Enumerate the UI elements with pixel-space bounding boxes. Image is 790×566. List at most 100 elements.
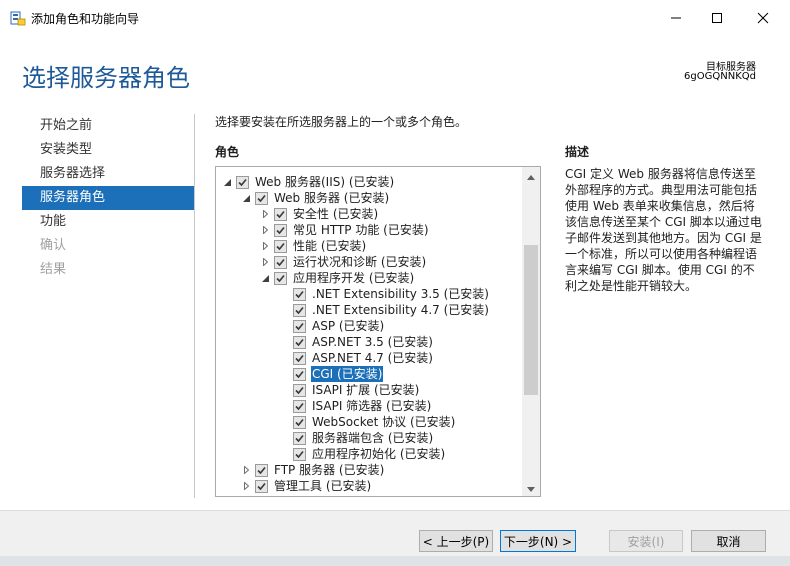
maximize-button[interactable] (694, 0, 740, 36)
tree-item[interactable]: 安全性 (已安装) (260, 206, 379, 222)
tree-item-label: ASP.NET 3.5 (已安装) (311, 334, 434, 350)
minimize-button[interactable] (653, 0, 699, 36)
tree-item[interactable]: FTP 服务器 (已安装) (241, 462, 385, 478)
tree-item-label: 管理工具 (已安装) (273, 478, 372, 494)
instruction-text: 选择要安装在所选服务器上的一个或多个角色。 (215, 113, 467, 130)
expanded-arrow-icon[interactable] (222, 174, 232, 190)
collapsed-arrow-icon[interactable] (241, 478, 251, 494)
title-bar: 添加角色和功能向导 (0, 0, 790, 36)
role-checkbox[interactable] (293, 448, 306, 461)
tree-spacer (279, 302, 289, 318)
minimize-icon (670, 12, 682, 24)
nav-item-before-you-begin[interactable]: 开始之前 (22, 114, 194, 138)
role-checkbox[interactable] (274, 256, 287, 269)
role-checkbox[interactable] (293, 304, 306, 317)
nav-item-results: 结果 (22, 258, 194, 282)
nav-item-features[interactable]: 功能 (22, 210, 194, 234)
tree-item[interactable]: 管理工具 (已安装) (241, 478, 372, 494)
expanded-arrow-icon[interactable] (241, 190, 251, 206)
tree-item[interactable]: 应用程序初始化 (已安装) (279, 446, 446, 462)
nav-item-confirmation: 确认 (22, 234, 194, 258)
roles-heading: 角色 (215, 143, 239, 160)
collapsed-arrow-icon[interactable] (260, 206, 270, 222)
tree-spacer (279, 446, 289, 462)
scroll-up-button[interactable] (522, 167, 540, 184)
collapsed-arrow-icon[interactable] (260, 254, 270, 270)
tree-item[interactable]: .NET Extensibility 4.7 (已安装) (279, 302, 490, 318)
nav-item-server-selection[interactable]: 服务器选择 (22, 162, 194, 186)
tree-item-label: 性能 (已安装) (292, 238, 367, 254)
expanded-arrow-icon[interactable] (260, 270, 270, 286)
role-checkbox[interactable] (255, 192, 268, 205)
scroll-up-arrow-icon (527, 169, 535, 183)
tree-item[interactable]: 性能 (已安装) (260, 238, 367, 254)
tree-item[interactable]: Web 服务器 (已安装) (241, 190, 390, 206)
role-checkbox[interactable] (274, 272, 287, 285)
role-checkbox[interactable] (293, 352, 306, 365)
description-heading: 描述 (565, 143, 589, 160)
tree-spacer (279, 366, 289, 382)
tree-spacer (279, 398, 289, 414)
tree-item-label: Web 服务器(IIS) (已安装) (254, 174, 395, 190)
background-window-strip (0, 556, 790, 566)
server-manager-icon (10, 10, 26, 26)
role-checkbox[interactable] (274, 240, 287, 253)
tree-item-label: 服务器端包含 (已安装) (311, 430, 434, 446)
tree-item-label: CGI (已安装) (311, 366, 383, 382)
role-checkbox[interactable] (293, 384, 306, 397)
collapsed-arrow-icon[interactable] (260, 238, 270, 254)
tree-item[interactable]: ASP (已安装) (279, 318, 385, 334)
tree-item-label: 运行状况和诊断 (已安装) (292, 254, 427, 270)
tree-item-label: .NET Extensibility 3.5 (已安装) (311, 286, 490, 302)
description-text: CGI 定义 Web 服务器将信息传送至外部程序的方式。典型用法可能包括使用 W… (565, 166, 765, 294)
role-checkbox[interactable] (293, 432, 306, 445)
target-server-name: 6gOGQNNKQd (684, 71, 756, 82)
role-checkbox[interactable] (255, 464, 268, 477)
role-checkbox[interactable] (293, 416, 306, 429)
collapsed-arrow-icon[interactable] (260, 222, 270, 238)
tree-spacer (279, 430, 289, 446)
tree-item-label: WebSocket 协议 (已安装) (311, 414, 456, 430)
nav-item-installation-type[interactable]: 安装类型 (22, 138, 194, 162)
tree-item[interactable]: ISAPI 扩展 (已安装) (279, 382, 420, 398)
tree-item[interactable]: ASP.NET 3.5 (已安装) (279, 334, 434, 350)
tree-item[interactable]: 应用程序开发 (已安装) (260, 270, 415, 286)
roles-scrollbar[interactable] (522, 167, 540, 496)
scroll-down-button[interactable] (522, 479, 540, 496)
nav-item-server-roles[interactable]: 服务器角色 (22, 186, 194, 210)
tree-item[interactable]: ASP.NET 4.7 (已安装) (279, 350, 434, 366)
role-checkbox[interactable] (274, 208, 287, 221)
scroll-thumb[interactable] (524, 245, 538, 395)
wizard-steps-nav: 开始之前 安装类型 服务器选择 服务器角色 功能 确认 结果 (22, 114, 194, 282)
tree-item[interactable]: Web 服务器(IIS) (已安装) (222, 174, 395, 190)
tree-item[interactable]: ISAPI 筛选器 (已安装) (279, 398, 432, 414)
role-checkbox[interactable] (293, 320, 306, 333)
tree-item[interactable]: 服务器端包含 (已安装) (279, 430, 434, 446)
tree-item-label: 应用程序开发 (已安装) (292, 270, 415, 286)
tree-item[interactable]: 常见 HTTP 功能 (已安装) (260, 222, 430, 238)
collapsed-arrow-icon[interactable] (241, 462, 251, 478)
tree-item[interactable]: CGI (已安装) (279, 366, 383, 382)
next-button[interactable]: 下一步(N) > (500, 530, 576, 552)
role-checkbox[interactable] (274, 224, 287, 237)
role-checkbox[interactable] (293, 288, 306, 301)
tree-item[interactable]: .NET Extensibility 3.5 (已安装) (279, 286, 490, 302)
tree-item-label: 安全性 (已安装) (292, 206, 379, 222)
nav-divider (194, 114, 195, 498)
role-checkbox[interactable] (236, 176, 249, 189)
role-checkbox[interactable] (293, 368, 306, 381)
tree-item-label: ISAPI 扩展 (已安装) (311, 382, 420, 398)
role-checkbox[interactable] (255, 480, 268, 493)
tree-item[interactable]: 运行状况和诊断 (已安装) (260, 254, 427, 270)
role-checkbox[interactable] (293, 336, 306, 349)
tree-spacer (279, 350, 289, 366)
tree-item[interactable]: WebSocket 协议 (已安装) (279, 414, 456, 430)
roles-tree[interactable]: Web 服务器(IIS) (已安装)Web 服务器 (已安装)安全性 (已安装)… (215, 166, 541, 497)
role-checkbox[interactable] (293, 400, 306, 413)
previous-button[interactable]: < 上一步(P) (419, 530, 493, 552)
cancel-button[interactable]: 取消 (691, 530, 766, 552)
tree-item-label: .NET Extensibility 4.7 (已安装) (311, 302, 490, 318)
tree-item-label: ISAPI 筛选器 (已安装) (311, 398, 432, 414)
close-button[interactable] (740, 0, 786, 36)
tree-spacer (279, 382, 289, 398)
